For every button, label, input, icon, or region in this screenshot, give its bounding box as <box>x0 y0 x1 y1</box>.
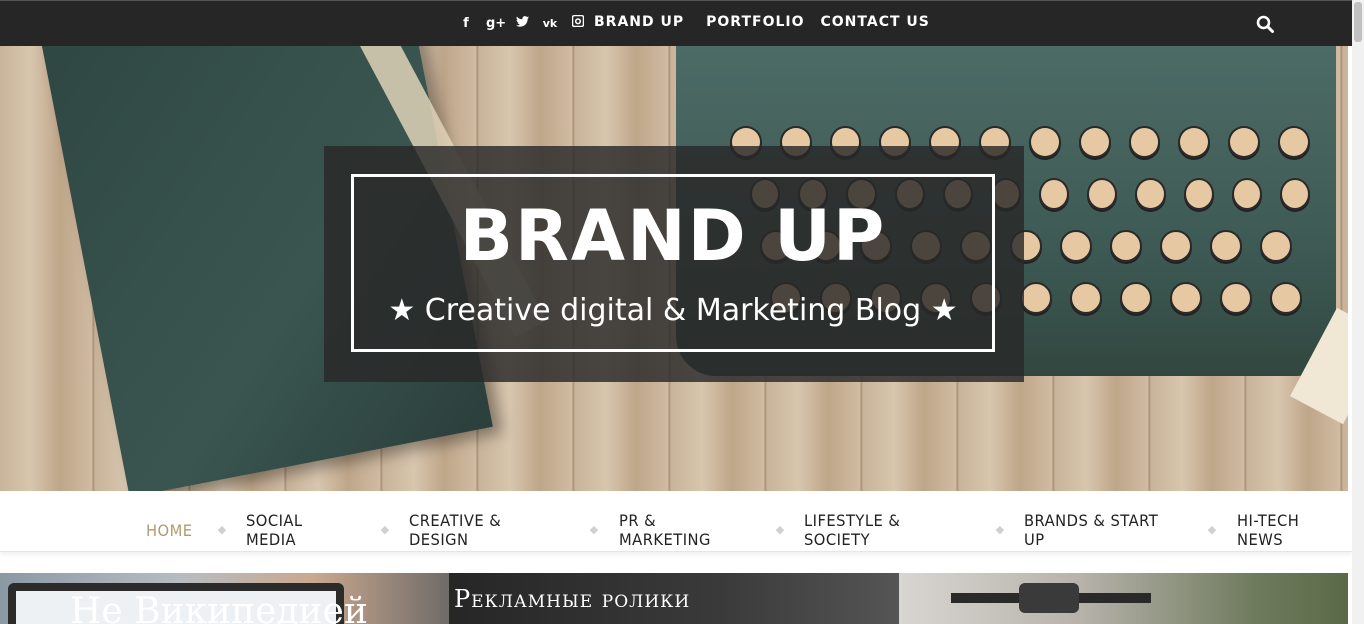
menu-separator <box>217 525 226 535</box>
post-2-title[interactable]: Рекламные ролики <box>454 585 690 613</box>
menu-separator <box>995 525 1004 535</box>
menu-item-home[interactable]: HOME <box>146 521 193 540</box>
menu-item-brands-start-up[interactable]: BRANDS & START UP <box>1024 511 1174 549</box>
search-icon[interactable] <box>1256 15 1274 33</box>
menu-separator <box>1207 525 1216 535</box>
logo-title: BRAND UP <box>459 195 887 277</box>
menu-item-lifestyle-society[interactable]: LIFESTYLE & SOCIETY <box>804 511 961 549</box>
featured-post-2[interactable]: Рекламные ролики <box>449 573 899 624</box>
social-links: f g+ vk <box>458 14 586 31</box>
top-link-contact-us[interactable]: CONTACT US <box>821 14 930 30</box>
logo-frame: BRAND UP ★ Creative digital & Marketing … <box>351 174 995 352</box>
featured-post-3[interactable] <box>899 573 1348 624</box>
facebook-icon[interactable]: f <box>458 16 474 31</box>
logo-subtitle: ★ Creative digital & Marketing Blog ★ <box>388 293 958 328</box>
drone-body-image <box>1019 583 1079 613</box>
top-link-brand-up[interactable]: BRAND UP <box>594 14 684 30</box>
menu-separator <box>775 525 784 535</box>
top-nav: BRAND UP PORTFOLIO CONTACT US <box>594 14 952 30</box>
twitter-icon[interactable] <box>514 15 530 31</box>
menu-item-creative-design[interactable]: CREATIVE & DESIGN <box>409 511 556 549</box>
page-scrollbar[interactable] <box>1352 0 1364 624</box>
scrollbar-thumb[interactable] <box>1354 2 1362 42</box>
post-1-title[interactable]: Не Википедией <box>70 591 368 624</box>
instagram-icon[interactable] <box>570 14 586 31</box>
hero-banner: BRAND UP ★ Creative digital & Marketing … <box>0 46 1348 491</box>
menu-separator <box>589 525 598 535</box>
menu-item-pr-marketing[interactable]: PR & MARKETING <box>619 511 744 549</box>
featured-posts: Не Википедией Рекламные ролики <box>0 573 1348 624</box>
google-plus-icon[interactable]: g+ <box>486 16 506 31</box>
menu-item-hi-tech-news[interactable]: HI-TECH NEWS <box>1237 511 1343 549</box>
featured-post-1[interactable]: Не Википедией <box>0 573 449 624</box>
top-link-portfolio[interactable]: PORTFOLIO <box>706 14 804 30</box>
vk-icon[interactable]: vk <box>542 17 558 30</box>
main-menu: HOME SOCIAL MEDIA CREATIVE & DESIGN PR &… <box>0 491 1352 552</box>
menu-separator <box>380 525 389 535</box>
site-logo[interactable]: BRAND UP ★ Creative digital & Marketing … <box>324 146 1024 382</box>
top-bar: f g+ vk BRAND UP PORTFOLIO CONTACT US <box>0 0 1352 46</box>
menu-item-social-media[interactable]: SOCIAL MEDIA <box>246 511 351 549</box>
